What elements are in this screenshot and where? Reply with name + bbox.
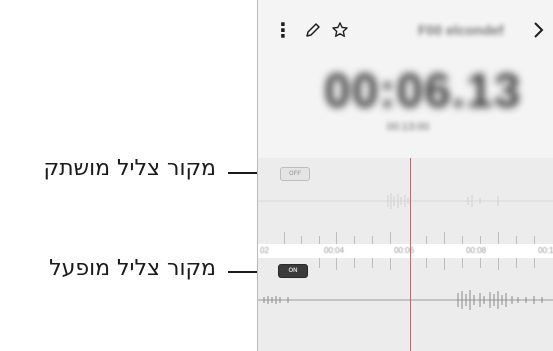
callout-active-source-label: מקור צליל מופעל — [49, 256, 216, 281]
time-mark: 00:08 — [466, 246, 487, 255]
more-vert-icon[interactable]: ⋮ — [273, 20, 293, 42]
callout-muted-source-label: מקור צליל מושתק — [43, 156, 216, 181]
recording-editor-screen: ⋮ F00 elcondef 00:06.13 00:13:00 OFF 02 … — [257, 0, 553, 351]
track-toggle-off[interactable]: OFF — [280, 167, 310, 181]
time-ruler: 02 00:04 00:06 00:08 00:1 — [258, 244, 553, 258]
elapsed-time-display: 00:06.13 — [324, 65, 522, 118]
pencil-icon[interactable] — [302, 19, 324, 41]
time-mark: 00:1 — [538, 246, 553, 255]
time-mark: 00:04 — [324, 246, 345, 255]
recording-title: F00 elcondef — [418, 22, 504, 38]
playhead-line[interactable] — [410, 158, 411, 351]
star-outline-icon[interactable] — [329, 19, 351, 41]
top-toolbar: ⋮ F00 elcondef — [258, 0, 553, 64]
recording-date: 00:13:00 — [386, 121, 430, 133]
time-mark: 00:06 — [394, 246, 415, 255]
track-divider-ticks-lower — [258, 258, 553, 274]
active-track-waveform — [258, 290, 553, 310]
muted-track-waveform — [258, 193, 553, 209]
track-divider-ticks-upper — [258, 228, 553, 244]
time-mark: 02 — [260, 246, 269, 255]
chevron-right-icon[interactable] — [528, 18, 548, 42]
